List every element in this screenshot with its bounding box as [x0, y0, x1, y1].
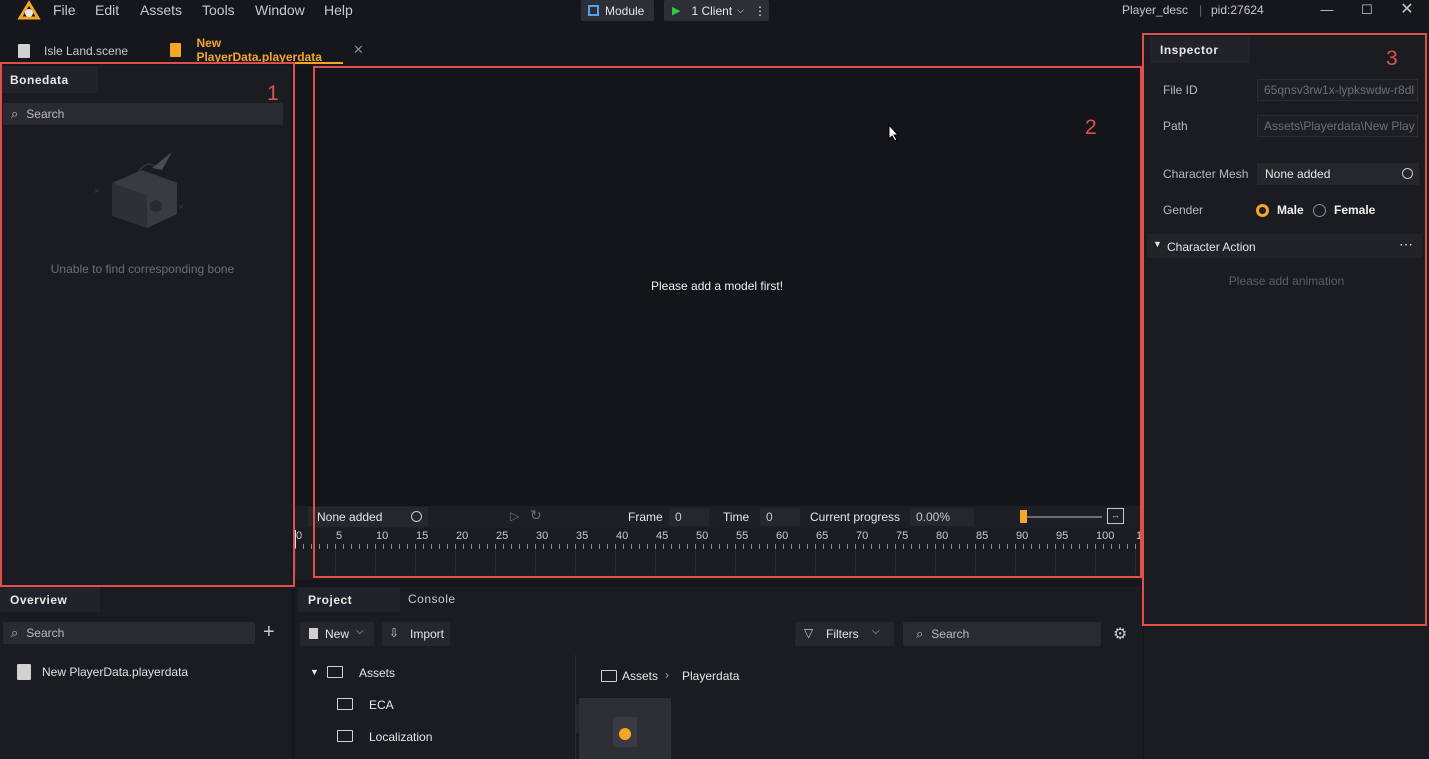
new-label: New: [325, 627, 350, 641]
menu-help[interactable]: Help: [324, 2, 353, 18]
ruler-tick-label: 0: [296, 530, 303, 542]
menu-edit[interactable]: Edit: [95, 2, 119, 18]
search-placeholder: Search: [26, 626, 65, 640]
folder-icon: [327, 666, 343, 678]
new-asset-button[interactable]: New ⌵: [300, 622, 374, 646]
client-label: 1 Client: [691, 3, 733, 18]
annotation-label-3: 3: [1386, 47, 1398, 70]
chevron-right-icon: ›: [665, 668, 669, 682]
tab-new-playerdata[interactable]: New PlayerData.playerdata: [170, 36, 343, 64]
annotation-box-3: [1142, 33, 1427, 626]
tree-item-eca[interactable]: ECA: [369, 698, 394, 712]
playerdata-file-icon: [17, 664, 31, 680]
overview-item[interactable]: New PlayerData.playerdata: [42, 665, 188, 679]
breadcrumb-playerdata[interactable]: Playerdata: [682, 669, 739, 683]
import-button[interactable]: ⇩ Import: [382, 622, 450, 646]
annotation-label-2: 2: [1085, 116, 1097, 139]
filters-label: Filters: [826, 627, 859, 641]
close-window-icon[interactable]: ✕: [1397, 0, 1417, 20]
client-run-button[interactable]: ▶ 1 Client ⌵ ⋮: [664, 0, 769, 21]
tree-item-assets[interactable]: Assets: [359, 666, 395, 680]
playerdata-asset-icon: [613, 717, 637, 747]
import-label: Import: [410, 627, 445, 641]
menu-file[interactable]: File: [53, 2, 76, 18]
module-icon: [588, 5, 599, 16]
pid-label: pid:27624: [1211, 3, 1264, 17]
search-icon: ⌕: [11, 625, 19, 640]
play-icon: ▶: [672, 5, 681, 17]
maximize-icon[interactable]: ☐: [1357, 0, 1377, 20]
folder-icon: [337, 698, 353, 710]
menu-window[interactable]: Window: [255, 2, 305, 18]
title-separator: |: [1199, 3, 1203, 17]
add-icon[interactable]: +: [263, 621, 275, 644]
chevron-down-icon: ⌵: [356, 626, 364, 637]
module-label: Module: [605, 3, 645, 18]
import-icon: ⇩: [389, 626, 400, 640]
close-tab-icon[interactable]: ✕: [353, 42, 364, 58]
module-button[interactable]: Module: [581, 0, 654, 21]
tab-project[interactable]: Project: [298, 587, 400, 612]
folder-icon: [601, 670, 617, 682]
project-name: Player_desc: [1122, 3, 1189, 17]
filters-button[interactable]: ▽ Filters ⌵: [795, 622, 894, 646]
annotation-label-1: 1: [267, 82, 279, 105]
search-icon: ⌕: [916, 626, 924, 641]
caret-down-icon[interactable]: ▼: [310, 667, 319, 677]
tab-label: Isle Land.scene: [44, 44, 129, 58]
more-icon[interactable]: ⋮: [754, 4, 766, 18]
tab-isle-land-scene[interactable]: Isle Land.scene: [18, 38, 128, 64]
overview-title: Overview: [0, 587, 100, 612]
tab-console[interactable]: Console: [408, 592, 456, 606]
folder-icon: [337, 730, 353, 742]
settings-gear-icon[interactable]: ⚙: [1113, 624, 1127, 644]
ruler-gridline: [295, 545, 296, 575]
breadcrumb-assets[interactable]: Assets: [622, 669, 658, 683]
asset-thumbnail[interactable]: [579, 698, 671, 759]
chevron-down-icon: ⌵: [737, 5, 744, 15]
new-file-icon: [309, 628, 318, 639]
filter-icon: ▽: [804, 626, 814, 640]
playerdata-file-icon: [170, 43, 182, 57]
tab-label: New PlayerData.playerdata: [196, 36, 322, 64]
chevron-down-icon: ⌵: [872, 626, 880, 637]
minimize-icon[interactable]: —: [1317, 0, 1337, 20]
overview-search-input[interactable]: ⌕ Search: [3, 622, 255, 644]
tree-item-localization[interactable]: Localization: [369, 730, 432, 744]
app-logo-icon: [16, 0, 42, 22]
menu-assets[interactable]: Assets: [140, 2, 182, 18]
annotation-box-1: [0, 62, 295, 587]
scene-file-icon: [18, 44, 30, 58]
project-search-input[interactable]: ⌕ Search: [903, 622, 1101, 646]
annotation-box-2: [313, 66, 1142, 578]
menu-tools[interactable]: Tools: [202, 2, 235, 18]
search-placeholder: Search: [931, 627, 970, 641]
